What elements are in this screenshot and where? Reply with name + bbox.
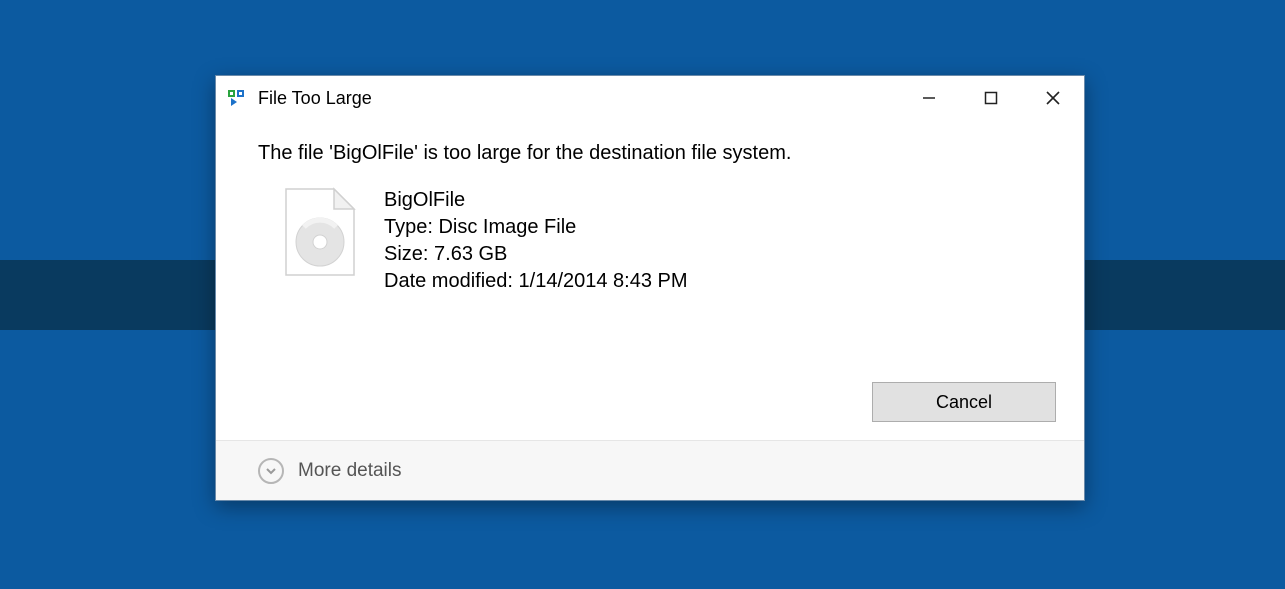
cancel-button[interactable]: Cancel <box>872 382 1056 422</box>
file-modified: Date modified: 1/14/2014 8:43 PM <box>384 268 688 295</box>
minimize-icon <box>922 91 936 105</box>
maximize-icon <box>984 91 998 105</box>
file-too-large-dialog: File Too Large The file 'BigOlFile' is <box>215 75 1085 501</box>
file-info-row: BigOlFile Type: Disc Image File Size: 7.… <box>258 187 1042 295</box>
disc-image-file-icon <box>284 187 356 277</box>
chevron-down-icon[interactable] <box>258 458 284 484</box>
file-size: Size: 7.63 GB <box>384 241 688 268</box>
close-button[interactable] <box>1022 76 1084 120</box>
titlebar[interactable]: File Too Large <box>216 76 1084 120</box>
dialog-title: File Too Large <box>258 88 898 109</box>
window-controls <box>898 76 1084 120</box>
file-transfer-icon <box>228 89 248 107</box>
file-details: BigOlFile Type: Disc Image File Size: 7.… <box>384 187 688 295</box>
dialog-footer: More details <box>216 440 1084 500</box>
more-details-toggle[interactable]: More details <box>298 460 402 482</box>
minimize-button[interactable] <box>898 76 960 120</box>
dialog-content: The file 'BigOlFile' is too large for th… <box>216 120 1084 382</box>
file-type: Type: Disc Image File <box>384 214 688 241</box>
button-row: Cancel <box>216 382 1084 440</box>
maximize-button[interactable] <box>960 76 1022 120</box>
file-name: BigOlFile <box>384 187 688 214</box>
close-icon <box>1045 90 1061 106</box>
error-message: The file 'BigOlFile' is too large for th… <box>258 142 1042 165</box>
